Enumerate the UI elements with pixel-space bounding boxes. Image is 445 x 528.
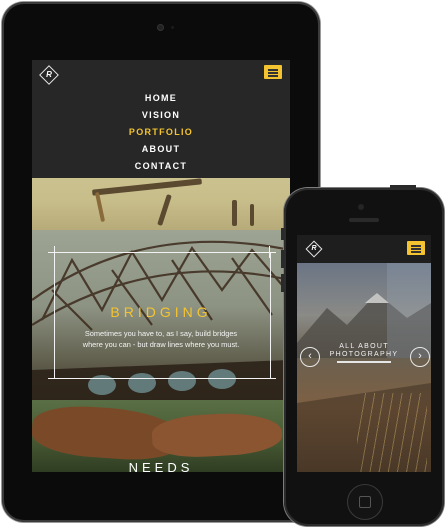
nav-contact[interactable]: CONTACT	[32, 158, 290, 175]
site-header: R HOME VISION PORTFOLIO ABOUT CONTACT	[32, 60, 290, 178]
hamburger-icon-line	[411, 248, 421, 250]
hamburger-icon	[411, 245, 421, 247]
tablet-sensor	[171, 26, 174, 29]
phone-camera	[358, 204, 364, 210]
chevron-left-icon[interactable]: ‹	[300, 347, 320, 367]
bridging-text: Sometimes you have to, as I say, build b…	[82, 329, 240, 349]
frame-corner	[54, 246, 55, 258]
diamond-logo-icon[interactable]: R	[305, 240, 323, 258]
rail-tracks	[357, 393, 427, 472]
frame-corner	[48, 378, 60, 379]
phone-device: R ‹ › ALL ABOUT PHOTOGRAPHY	[281, 185, 444, 526]
diamond-logo-icon[interactable]: R	[39, 65, 59, 85]
hamburger-icon-line	[268, 72, 278, 74]
home-square-icon	[359, 496, 371, 508]
menu-button[interactable]	[264, 65, 282, 79]
main-nav: HOME VISION PORTFOLIO ABOUT CONTACT	[32, 90, 290, 175]
nav-about[interactable]: ABOUT	[32, 141, 290, 158]
home-button[interactable]	[347, 484, 383, 520]
branch-shape	[232, 200, 237, 226]
title-underline	[337, 361, 391, 363]
chevron-right-icon[interactable]: ›	[410, 347, 430, 367]
nav-vision[interactable]: VISION	[32, 107, 290, 124]
logo-letter: R	[311, 245, 317, 252]
branch-shape	[91, 178, 203, 196]
slider-photo: ‹ › ALL ABOUT PHOTOGRAPHY	[297, 263, 431, 472]
birds-photo	[32, 178, 290, 230]
phone-site-header: R	[297, 235, 431, 263]
hamburger-icon	[268, 69, 278, 71]
bridging-title: BRIDGING	[110, 304, 212, 320]
menu-button[interactable]	[407, 241, 425, 255]
phone-speaker	[349, 218, 379, 222]
branch-shape	[157, 194, 172, 226]
bridge-photo: BRIDGING Sometimes you have to, as I say…	[32, 230, 290, 400]
branch-shape	[250, 204, 254, 226]
tablet-screen: R HOME VISION PORTFOLIO ABOUT CONTACT BR…	[32, 60, 290, 472]
hamburger-icon-line	[268, 75, 278, 77]
dog-shape	[150, 410, 284, 460]
branch-shape	[94, 191, 106, 223]
frame-corner	[264, 378, 276, 379]
needs-title: NEEDS	[128, 460, 194, 472]
hamburger-icon-line	[411, 251, 421, 253]
mute-switch	[281, 228, 284, 240]
nav-home[interactable]: HOME	[32, 90, 290, 107]
dogs-photo: NEEDS	[32, 400, 290, 472]
volume-down-button	[281, 274, 284, 292]
nav-portfolio[interactable]: PORTFOLIO	[32, 124, 290, 141]
tablet-device: R HOME VISION PORTFOLIO ABOUT CONTACT BR…	[2, 2, 320, 522]
slide-title: ALL ABOUT PHOTOGRAPHY	[329, 343, 399, 358]
phone-screen: R ‹ › ALL ABOUT PHOTOGRAPHY	[297, 235, 431, 472]
logo-letter: R	[46, 70, 52, 79]
frame-corner	[264, 252, 276, 253]
tablet-camera	[157, 24, 164, 31]
frame-corner	[269, 246, 270, 258]
volume-up-button	[281, 250, 284, 268]
power-button	[390, 185, 416, 188]
